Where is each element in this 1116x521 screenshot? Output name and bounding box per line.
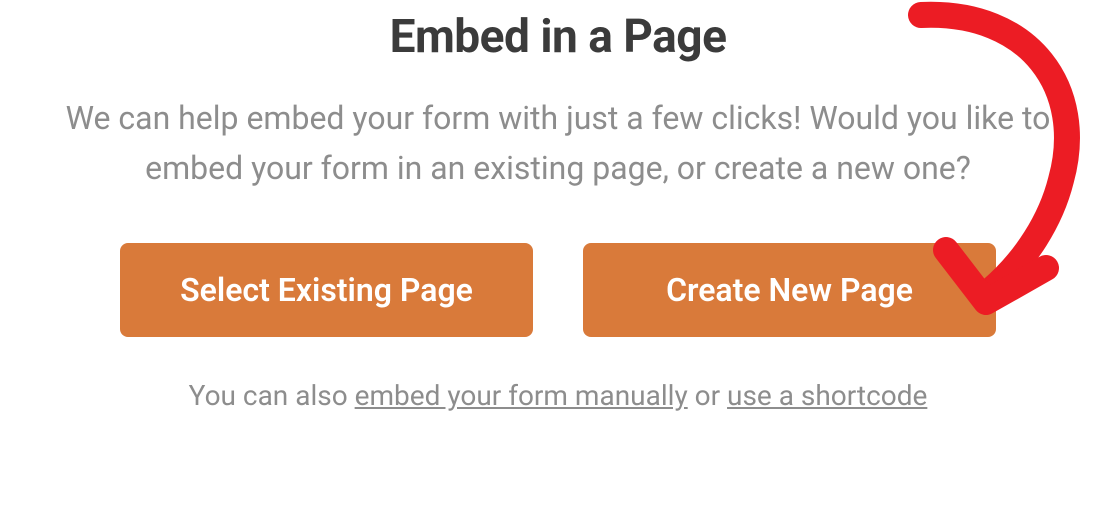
use-shortcode-link[interactable]: use a shortcode [727, 379, 927, 412]
footer-prefix: You can also [189, 379, 355, 412]
modal-title: Embed in a Page [30, 10, 1086, 64]
select-existing-page-button[interactable]: Select Existing Page [120, 243, 533, 337]
create-new-page-button[interactable]: Create New Page [583, 243, 996, 337]
footer-middle: or [688, 379, 727, 412]
embed-manually-link[interactable]: embed your form manually [355, 379, 688, 412]
modal-description: We can help embed your form with just a … [30, 94, 1086, 193]
footer-text: You can also embed your form manually or… [30, 379, 1086, 412]
embed-modal: Embed in a Page We can help embed your f… [0, 0, 1116, 412]
button-row: Select Existing Page Create New Page [30, 243, 1086, 337]
